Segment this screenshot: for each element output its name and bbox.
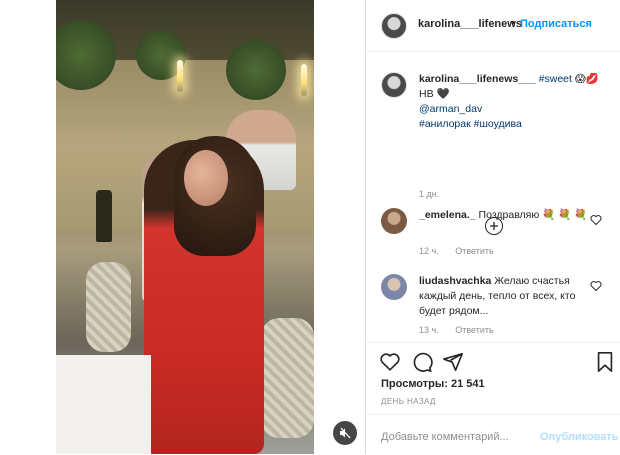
follow-button[interactable]: Подписаться — [520, 18, 592, 30]
author-avatar[interactable] — [381, 13, 407, 39]
caption-author[interactable]: karolina___lifenews___ — [419, 73, 536, 85]
comment-heart-icon[interactable] — [590, 214, 602, 226]
heart-icon[interactable] — [379, 351, 401, 373]
comment-icon[interactable] — [411, 351, 433, 373]
hashtag-link[interactable]: #sweet — [539, 73, 572, 85]
post-video[interactable] — [56, 0, 314, 454]
comment-username[interactable]: liudashvachka — [419, 275, 491, 287]
video-chair — [86, 262, 131, 352]
author-username[interactable]: karolina___lifenews — [418, 18, 522, 30]
share-icon[interactable] — [442, 351, 464, 373]
caption-timestamp[interactable]: 1 дн. — [419, 189, 439, 199]
publish-button[interactable]: Опубликовать — [540, 431, 619, 443]
reply-button[interactable]: Ответить — [455, 325, 493, 335]
video-table — [56, 355, 151, 454]
comment-heart-icon[interactable] — [590, 280, 602, 292]
comment-body: Поздравляю 💐 💐 💐 — [478, 209, 588, 221]
mute-icon — [340, 427, 351, 439]
commenter-avatar[interactable] — [381, 208, 407, 234]
comment-meta: 12 ч. Ответить — [419, 246, 494, 256]
mention-link[interactable]: @arman_dav — [419, 103, 482, 115]
caption-line: НВ 🖤 — [419, 88, 450, 100]
video-chair — [261, 318, 314, 438]
caption-text: karolina___lifenews___ #sweet 😱💋 НВ 🖤 @a… — [419, 72, 609, 132]
reply-button[interactable]: Ответить — [455, 246, 493, 256]
video-bottle — [96, 190, 112, 242]
comment-time: 12 ч. — [419, 246, 439, 256]
video-sparkler — [301, 64, 307, 96]
comment-time: 13 ч. — [419, 325, 439, 335]
post-header: karolina___lifenews • Подписаться — [367, 0, 620, 52]
views-count[interactable]: Просмотры: 21 541 — [381, 378, 485, 390]
comment-meta: 13 ч. Ответить — [419, 325, 494, 335]
video-sparkler — [177, 60, 183, 92]
separator-dot: • — [511, 17, 515, 29]
hashtags-link[interactable]: #анилорак #шоудива — [419, 118, 522, 130]
video-person-face — [184, 150, 228, 206]
media-area — [0, 0, 366, 454]
post-date[interactable]: день назад — [381, 397, 436, 406]
bookmark-icon[interactable] — [594, 351, 616, 373]
post-details-panel: karolina___lifenews • Подписаться karoli… — [367, 0, 620, 454]
comment-text: liudashvachka Желаю счастья каждый день,… — [419, 274, 589, 319]
instagram-post-view: karolina___lifenews • Подписаться karoli… — [0, 0, 620, 454]
mute-button[interactable] — [333, 421, 357, 445]
comment-input[interactable]: Добавьте комментарий... — [381, 431, 509, 443]
caption-author-avatar[interactable] — [381, 72, 407, 98]
video-foliage — [226, 40, 286, 100]
caption-emoji: 😱💋 — [574, 73, 599, 85]
comment-text: _emelena._ Поздравляю 💐 💐 💐 — [419, 208, 589, 223]
commenter-avatar[interactable] — [381, 274, 407, 300]
comment-username[interactable]: _emelena._ — [419, 209, 476, 221]
post-actions: Просмотры: 21 541 день назад Добавьте ко… — [367, 342, 620, 454]
comment-composer: Добавьте комментарий... Опубликовать — [367, 414, 620, 455]
